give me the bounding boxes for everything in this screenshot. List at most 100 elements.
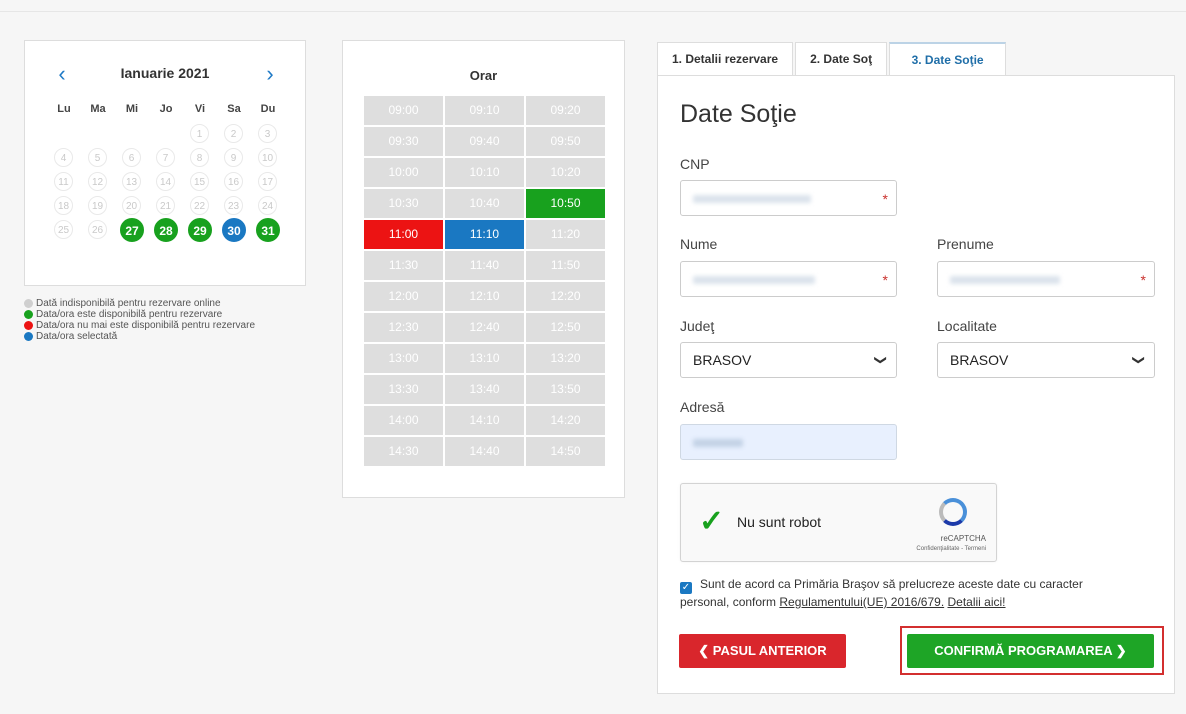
chevron-left-icon[interactable]: ‹ [51,63,73,87]
calendar-day-unavailable: 2 [224,124,243,143]
time-slot-unavailable: 09:00 [364,96,443,125]
calendar-day-unavailable: 11 [54,172,73,191]
time-slot-unavailable: 13:20 [526,344,605,373]
time-slot-unavailable: 14:20 [526,406,605,435]
checkmark-icon: ✓ [699,505,725,538]
calendar-day-unavailable: 13 [122,172,141,191]
time-slot-unavailable: 10:40 [445,189,524,218]
nume-label: Nume [680,236,718,252]
recaptcha-brand: reCAPTCHA [940,534,986,543]
calendar-day-unavailable: 1 [190,124,209,143]
calendar-day-available[interactable]: 28 [154,218,178,242]
chevron-right-icon[interactable]: › [259,63,281,87]
cnp-label: CNP [680,156,710,172]
time-slot-unavailable: 14:00 [364,406,443,435]
calendar-header: ‹ Ianuarie 2021 › [25,63,305,87]
legend-item: Data/ora nu mai este disponibilă pentru … [24,320,314,331]
judet-selected-value: BRASOV [693,352,752,368]
time-slot-unavailable: 11:50 [526,251,605,280]
time-slot-unavailable: 09:40 [445,127,524,156]
time-slot-unavailable: 12:30 [364,313,443,342]
adresa-input[interactable] [680,424,897,460]
required-asterisk-icon: * [882,272,888,288]
time-slot-unavailable: 11:40 [445,251,524,280]
legend-text: Data/ora este disponibilă pentru rezerva… [36,309,223,320]
cnp-input[interactable]: * [680,180,897,216]
prenume-input[interactable]: * [937,261,1155,297]
localitate-selected-value: BRASOV [950,352,1009,368]
required-asterisk-icon: * [882,191,888,207]
form-panel: Date Soţie CNP * Nume * Prenume * Judeţ … [657,75,1175,694]
calendar-day-unavailable: 10 [258,148,277,167]
calendar-day-selected[interactable]: 30 [222,218,246,242]
calendar-day-available[interactable]: 27 [120,218,144,242]
time-slot-unavailable: 13:40 [445,375,524,404]
calendar-day-available[interactable]: 29 [188,218,212,242]
consent-checkbox[interactable]: ✓ [680,582,692,594]
weekday-label: Lu [57,103,71,115]
page-title: Date Soţie [680,100,797,128]
calendar-day-unavailable: 7 [156,148,175,167]
time-slot-unavailable: 12:00 [364,282,443,311]
calendar-day-available[interactable]: 31 [256,218,280,242]
weekday-label: Du [260,103,276,115]
calendar-day-unavailable: 14 [156,172,175,191]
time-slot-unavailable: 09:50 [526,127,605,156]
required-asterisk-icon: * [1140,272,1146,288]
recaptcha-terms-link[interactable]: Confidenţialitate - Termeni [916,546,986,552]
schedule-panel: Orar 09:00 09:10 09:20 09:30 09:40 09:50 10:00… [342,40,625,498]
redacted-value [950,276,1060,284]
time-slot-available[interactable]: 10:50 [526,189,605,218]
regulation-link[interactable]: Regulamentului(UE) 2016/679. [779,595,944,609]
legend-item: Data/ora este disponibilă pentru rezerva… [24,309,314,320]
weekday-label: Mi [125,103,139,115]
calendar-day-unavailable: 23 [224,196,243,215]
weekday-label: Sa [227,103,241,115]
time-slot-taken: 11:00 [364,220,443,249]
calendar-day-unavailable: 24 [258,196,277,215]
judet-label: Judeţ [680,318,715,334]
calendar-day-unavailable: 5 [88,148,107,167]
previous-step-button[interactable]: ❮ PASUL ANTERIOR [679,634,846,668]
nume-input[interactable]: * [680,261,897,297]
schedule-title: Orar [469,68,498,83]
judet-select[interactable]: BRASOV ❯ [680,342,897,378]
time-slot-unavailable: 10:00 [364,158,443,187]
recaptcha-widget[interactable]: ✓ Nu sunt robot reCAPTCHA Confidenţialit… [680,483,997,562]
confirm-appointment-button[interactable]: CONFIRMĂ PROGRAMAREA ❯ [907,634,1154,668]
calendar-day-unavailable: 22 [190,196,209,215]
time-slot-unavailable: 09:10 [445,96,524,125]
legend-text: Data/ora selectată [36,331,118,342]
calendar-day-unavailable: 17 [258,172,277,191]
tab-date-sotie[interactable]: 3. Date Soţie [889,42,1007,76]
time-slot-unavailable: 10:20 [526,158,605,187]
time-slot-unavailable: 11:30 [364,251,443,280]
time-slot-unavailable: 09:30 [364,127,443,156]
localitate-label: Localitate [937,318,997,334]
localitate-select[interactable]: BRASOV ❯ [937,342,1155,378]
legend-item: Data/ora selectată [24,331,314,342]
time-slot-selected[interactable]: 11:10 [445,220,524,249]
calendar-day-unavailable: 8 [190,148,209,167]
calendar-day-unavailable: 3 [258,124,277,143]
time-slot-unavailable: 13:50 [526,375,605,404]
legend-item: Dată indisponibilă pentru rezervare onli… [24,298,314,309]
calendar-day-unavailable: 12 [88,172,107,191]
calendar-day-unavailable: 6 [122,148,141,167]
top-bar [0,0,1186,12]
tab-date-sot[interactable]: 2. Date Soţ [795,42,888,76]
legend-dot-icon [24,310,33,319]
calendar-day-unavailable: 26 [88,220,107,239]
time-slot-unavailable: 13:30 [364,375,443,404]
details-link[interactable]: Detalii aici! [948,595,1006,609]
form-tabs: 1. Detalii rezervare 2. Date Soţ 3. Date… [657,42,1008,76]
time-slot-unavailable: 09:20 [526,96,605,125]
time-slot-unavailable: 14:30 [364,437,443,466]
legend-text: Dată indisponibilă pentru rezervare onli… [36,298,221,309]
adresa-label: Adresă [680,399,725,415]
calendar-day-unavailable: 19 [88,196,107,215]
recaptcha-label: Nu sunt robot [737,514,822,530]
legend-dot-icon [24,299,33,308]
calendar-day-unavailable: 9 [224,148,243,167]
tab-detalii-rezervare[interactable]: 1. Detalii rezervare [657,42,794,76]
